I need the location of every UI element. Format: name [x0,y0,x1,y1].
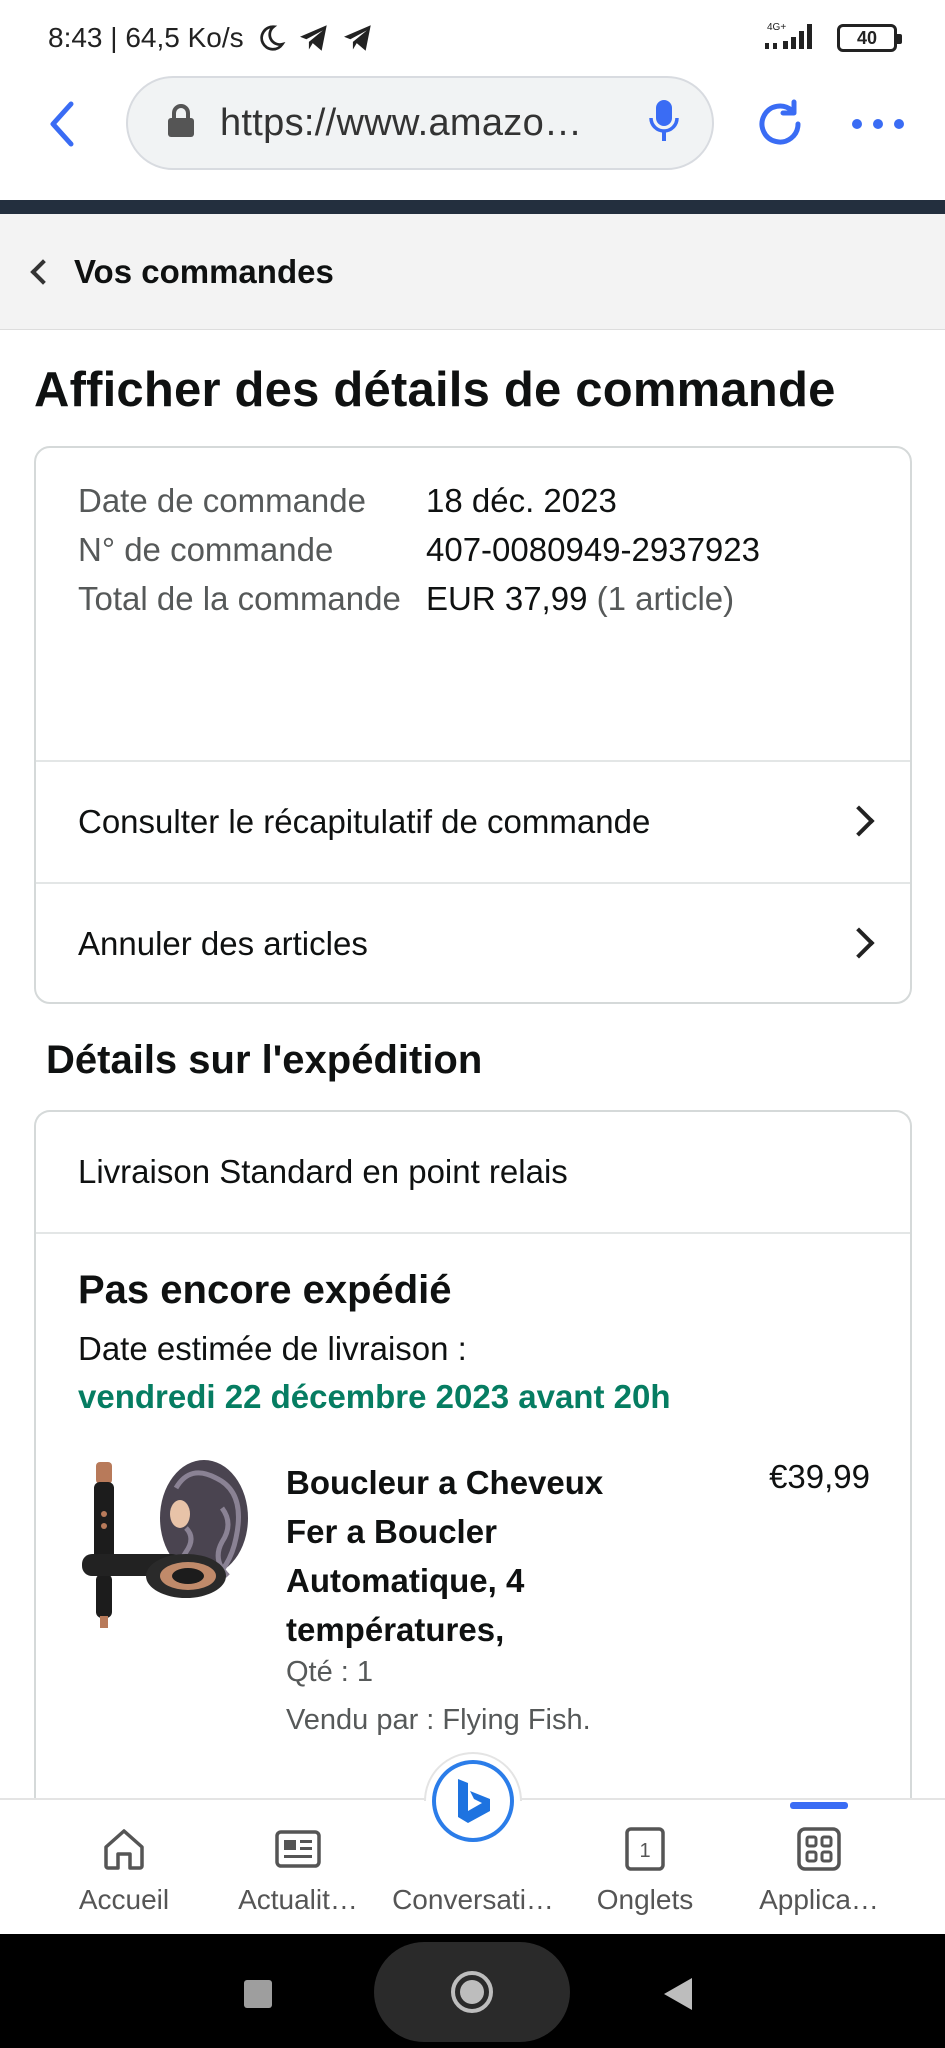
cancel-items-link[interactable]: Annuler des articles [36,882,910,1004]
nav-label-accueil: Accueil [78,1884,170,1915]
url-text: https://www.amazo… [220,101,583,144]
order-number-row: N° de commande 407-0080949-2937923 [78,525,878,574]
nav-item-conversations[interactable]: Conversati… [383,1800,563,1936]
order-date-label: Date de commande [78,482,366,519]
chevron-right-icon [843,927,875,959]
order-total-row: Total de la commande EUR 37,99 (1 articl… [78,574,878,623]
header-strip [0,200,945,214]
url-bar[interactable]: https://www.amazo… [126,76,714,170]
shipping-status: Pas encore expédié [78,1268,452,1312]
order-date-value: 18 déc. 2023 [426,482,617,519]
product-image[interactable] [76,1458,252,1638]
nav-item-actualites[interactable]: Actualit… [208,1800,388,1936]
estimated-delivery-label: Date estimée de livraison : [78,1330,467,1367]
order-date-row: Date de commande 18 déc. 2023 [78,476,878,525]
dot-icon [873,119,883,129]
home-icon [99,1824,149,1874]
telegram-icon [298,24,330,52]
nav-label-actualites: Actualit… [238,1884,358,1915]
apps-icon [794,1824,844,1874]
order-info-block: Date de commande 18 déc. 2023 N° de comm… [78,476,878,623]
microphone-icon[interactable] [648,98,680,149]
system-navigation-bar [0,1934,945,2048]
news-icon [273,1824,323,1874]
order-summary-link[interactable]: Consulter le récapitulatif de commande [36,760,910,882]
nav-label-conversations: Conversati… [392,1884,554,1915]
network-label: 4G+ [767,22,786,33]
dot-icon [852,119,862,129]
status-right: 4G+ 40 [761,19,902,58]
back-arrow-icon [50,101,74,147]
battery-icon: 40 [837,24,902,52]
order-total-value: EUR 37,99 (1 article) [426,574,734,623]
status-left: 8:43 | 64,5 Ko/s [48,22,374,54]
system-back-button[interactable] [664,1978,692,2010]
nav-label-applications: Applica… [759,1884,879,1915]
product-seller: Vendu par : Flying Fish. [286,1704,591,1736]
reload-button[interactable] [752,96,808,152]
status-time-speed: 8:43 | 64,5 Ko/s [48,22,244,53]
browser-toolbar: https://www.amazo… [0,76,945,200]
home-button[interactable] [374,1942,570,2042]
signal-icon: 4G+ [761,19,823,58]
shipping-method: Livraison Standard en point relais [78,1153,568,1190]
cancel-items-label: Annuler des articles [78,925,368,962]
order-number-label: N° de commande [78,531,334,568]
battery-level: 40 [856,27,878,48]
breadcrumb[interactable]: Vos commandes [0,214,945,330]
nav-label-onglets: Onglets [596,1884,694,1915]
breadcrumb-label: Vos commandes [74,252,334,290]
page-title: Afficher des détails de commande [34,363,836,417]
product-title[interactable]: Boucleur a Cheveux Fer a Boucler Automat… [286,1458,646,1654]
product-quantity: Qté : 1 [286,1656,374,1688]
nav-item-onglets[interactable]: 1 Onglets [555,1800,735,1936]
order-summary-label: Consulter le récapitulatif de commande [78,803,651,840]
order-total-items: (1 article) [596,580,735,617]
chevron-right-icon [843,805,875,837]
estimated-delivery-date: vendredi 22 décembre 2023 avant 20h [78,1378,671,1415]
dot-icon [894,119,904,129]
nav-item-applications[interactable]: Applica… [729,1800,909,1936]
reload-icon [759,99,801,145]
status-bar: 8:43 | 64,5 Ko/s 4G+ 40 [0,0,945,76]
lock-icon [166,103,196,143]
shipping-section-title: Détails sur l'expédition [46,1038,483,1082]
divider [36,1232,910,1234]
tabs-count: 1 [639,1840,650,1862]
moon-icon [256,23,286,53]
nav-item-accueil[interactable]: Accueil [34,1800,214,1936]
telegram-icon [342,24,374,52]
back-button[interactable] [36,98,88,150]
product-price: €39,99 [769,1458,870,1495]
bottom-navigation: Accueil Actualit… Conversati… 1 Onglets [0,1752,945,1936]
order-total-amount: EUR 37,99 [426,580,588,617]
tabs-icon: 1 [620,1824,670,1874]
chevron-left-icon [30,258,56,285]
order-total-label: Total de la commande [78,580,401,617]
home-dot [460,1980,484,2004]
home-circle-icon [451,1971,493,2013]
order-info-card: Date de commande 18 déc. 2023 N° de comm… [34,446,912,1004]
recent-apps-button[interactable] [244,1980,272,2008]
shipping-card: Livraison Standard en point relais Pas e… [34,1110,912,1830]
more-menu-button[interactable] [852,106,904,142]
order-number-value: 407-0080949-2937923 [426,531,760,568]
